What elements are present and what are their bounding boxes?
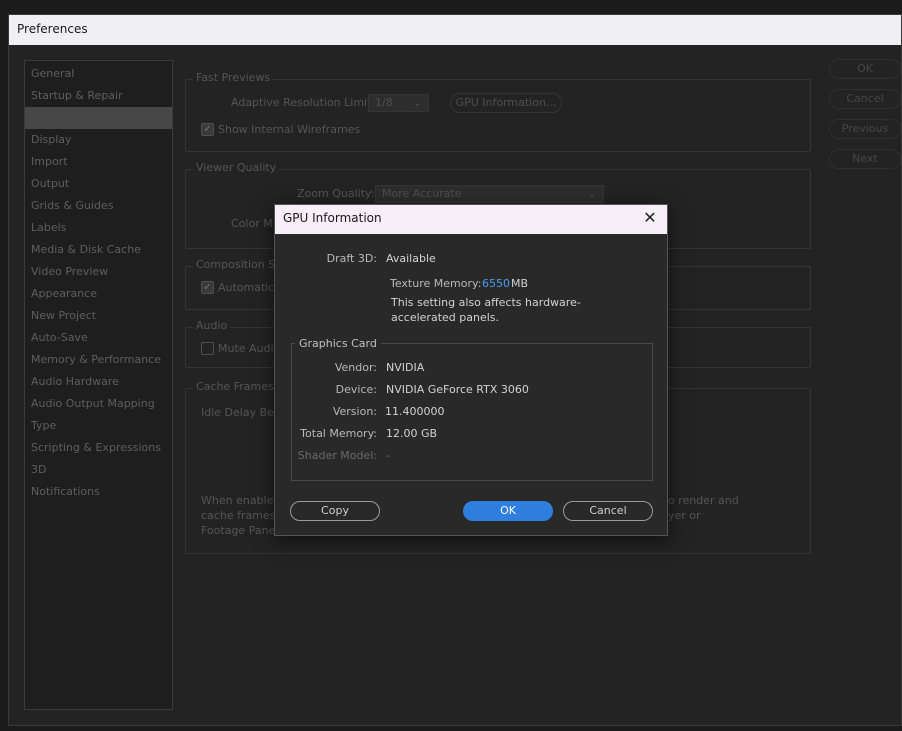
sidebar-item-grids-guides[interactable]: Grids & Guides xyxy=(25,195,172,217)
sidebar-item-scripting-expressions[interactable]: Scripting & Expressions xyxy=(25,437,172,459)
sidebar-item-new-project[interactable]: New Project xyxy=(25,305,172,327)
hardware-accelerated-note: This setting also affects hardware-accel… xyxy=(391,296,581,324)
ok-button[interactable]: OK xyxy=(829,59,901,79)
gpu-information-button[interactable]: GPU Information... xyxy=(450,93,562,113)
fast-previews-panel: Fast Previews xyxy=(185,71,811,152)
sidebar-item-memory-performance[interactable]: Memory & Performance xyxy=(25,349,172,371)
automatic-checkbox[interactable]: ✓ xyxy=(201,281,214,294)
cancel-button[interactable]: Cancel xyxy=(829,89,901,109)
zoom-quality-value: More Accurate xyxy=(382,187,462,200)
device-label: Device: xyxy=(335,383,377,396)
copy-button[interactable]: Copy xyxy=(290,501,380,521)
sidebar-item-3d[interactable]: 3D xyxy=(25,459,172,481)
dialog-ok-button[interactable]: OK xyxy=(463,501,553,521)
draft3d-label: Draft 3D: xyxy=(326,252,377,265)
idle-delay-label: Idle Delay Befo xyxy=(201,406,285,419)
sidebar-item-import[interactable]: Import xyxy=(25,151,172,173)
color-management-label: Color M xyxy=(231,217,273,230)
cache-note-line-2: cache frames i xyxy=(201,509,282,522)
device-value: NVIDIA GeForce RTX 3060 xyxy=(386,383,529,396)
sidebar-item-auto-save[interactable]: Auto-Save xyxy=(25,327,172,349)
chevron-down-icon: ⌄ xyxy=(587,187,597,200)
sidebar-item-notifications[interactable]: Notifications xyxy=(25,481,172,503)
mute-audio-checkbox[interactable] xyxy=(201,342,214,355)
version-label: Version: xyxy=(332,405,377,418)
zoom-quality-select[interactable]: More Accurate ⌄ xyxy=(375,185,604,203)
gpu-dialog-titlebar: GPU Information xyxy=(275,205,667,234)
adaptive-resolution-value: 1/8 xyxy=(375,96,393,109)
automatic-label: Automatica xyxy=(218,281,282,294)
sidebar-item-appearance[interactable]: Appearance xyxy=(25,283,172,305)
shader-model-label: Shader Model: xyxy=(297,449,377,462)
sidebar-item-startup-repair[interactable]: Startup & Repair xyxy=(25,85,172,107)
sidebar-item-output[interactable]: Output xyxy=(25,173,172,195)
sidebar-item-media-disk-cache[interactable]: Media & Disk Cache xyxy=(25,239,172,261)
cache-note-right-1: o render and xyxy=(668,494,739,507)
next-button[interactable]: Next xyxy=(829,149,901,169)
dialog-cancel-button[interactable]: Cancel xyxy=(563,501,653,521)
cache-note-right-2: yer or xyxy=(668,509,701,522)
gpu-information-dialog: GPU Information ✕ Draft 3D: Available Te… xyxy=(274,204,668,536)
draft3d-value: Available xyxy=(386,252,436,265)
sidebar-item-audio-hardware[interactable]: Audio Hardware xyxy=(25,371,172,393)
mute-audio-label: Mute Audio xyxy=(218,342,281,355)
show-wireframes-label: Show Internal Wireframes xyxy=(218,123,361,136)
sidebar-item-audio-output-mapping[interactable]: Audio Output Mapping xyxy=(25,393,172,415)
previous-button[interactable]: Previous xyxy=(829,119,901,139)
preferences-titlebar: Preferences xyxy=(9,15,901,45)
adaptive-resolution-select[interactable]: 1/8 ⌄ xyxy=(368,94,429,112)
chevron-down-icon: ⌄ xyxy=(412,96,422,109)
sidebar-item-type[interactable]: Type xyxy=(25,415,172,437)
shader-model-value: - xyxy=(386,449,390,462)
cache-note-line-3: Footage Panel xyxy=(201,524,279,537)
version-value: 11.400000 xyxy=(385,405,445,418)
cache-note-line-1: When enabled xyxy=(201,494,281,507)
texture-memory-label: Texture Memory: xyxy=(390,277,482,290)
sidebar-item-video-preview[interactable]: Video Preview xyxy=(25,261,172,283)
adaptive-resolution-label: Adaptive Resolution Limit: xyxy=(231,96,376,109)
audio-title: Audio xyxy=(193,319,231,332)
viewer-quality-title: Viewer Quality xyxy=(193,161,280,174)
vendor-label: Vendor: xyxy=(334,361,377,374)
texture-memory-value[interactable]: 6550 xyxy=(482,277,510,290)
sidebar-item-general[interactable]: General xyxy=(25,63,172,85)
fast-previews-title: Fast Previews xyxy=(193,71,274,84)
zoom-quality-label: Zoom Quality: xyxy=(297,187,375,200)
total-memory-label: Total Memory: xyxy=(300,427,377,440)
close-icon[interactable]: ✕ xyxy=(641,209,659,227)
show-wireframes-checkbox[interactable]: ✓ xyxy=(201,123,214,136)
sidebar-item-selected[interactable] xyxy=(25,107,172,129)
texture-memory-unit: MB xyxy=(511,277,529,290)
sidebar-item-display[interactable]: Display xyxy=(25,129,172,151)
sidebar-item-labels[interactable]: Labels xyxy=(25,217,172,239)
graphics-card-title: Graphics Card xyxy=(295,337,381,350)
total-memory-value: 12.00 GB xyxy=(386,427,438,440)
vendor-value: NVIDIA xyxy=(386,361,425,374)
gpu-dialog-title: GPU Information xyxy=(283,211,382,225)
preferences-sidebar: General Startup & Repair Display Import … xyxy=(24,60,173,710)
